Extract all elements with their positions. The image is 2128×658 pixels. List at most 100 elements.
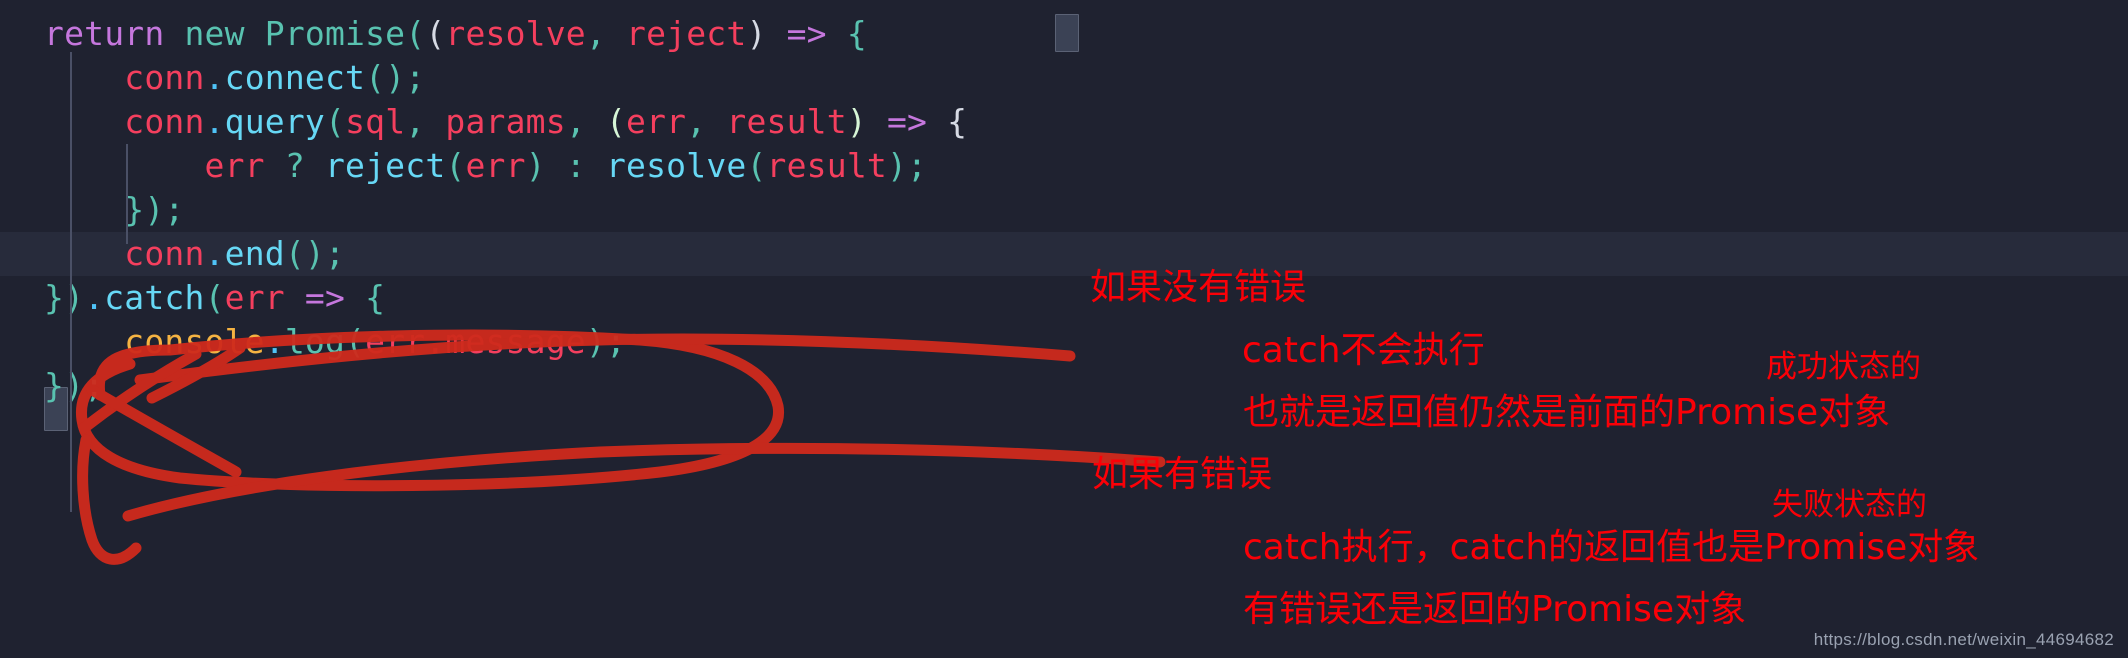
code-token: . bbox=[264, 322, 285, 361]
code-token: err bbox=[626, 102, 687, 141]
code-token: reject bbox=[626, 14, 747, 53]
code-token: : bbox=[565, 146, 586, 185]
code-token: ) bbox=[585, 322, 606, 361]
watermark-url: https://blog.csdn.net/weixin_44694682 bbox=[1813, 630, 2114, 649]
annotation-note: 失败状态的 bbox=[1772, 487, 1927, 523]
code-token: . bbox=[204, 102, 225, 141]
code-editor-screenshot: return new Promise((resolve, reject) => … bbox=[0, 0, 2128, 658]
code-token: ( bbox=[345, 322, 366, 361]
code-token: result bbox=[726, 102, 847, 141]
code-token: , bbox=[686, 102, 727, 141]
code-token: ; bbox=[324, 234, 346, 273]
code-token: ( bbox=[405, 14, 426, 53]
code-line[interactable]: conn.connect(); bbox=[0, 56, 2128, 100]
code-token: params bbox=[445, 102, 566, 141]
code-token: , bbox=[585, 14, 627, 53]
code-token: ( bbox=[445, 146, 466, 185]
code-token: () bbox=[284, 234, 325, 273]
code-line[interactable]: err ? reject(err) : resolve(result); bbox=[0, 144, 2128, 188]
code-token: . bbox=[204, 234, 225, 273]
code-token: conn bbox=[124, 102, 205, 141]
code-line[interactable]: conn.end(); bbox=[0, 232, 2128, 276]
code-token: . bbox=[204, 58, 225, 97]
code-token: ( bbox=[324, 102, 346, 141]
annotation-note: 也就是返回值仍然是前面的Promise对象 bbox=[1243, 392, 1891, 433]
code-token: err bbox=[365, 322, 426, 361]
code-token: ( bbox=[746, 146, 767, 185]
code-token: ; bbox=[405, 58, 426, 97]
code-token: => bbox=[304, 278, 346, 317]
code-token: return bbox=[44, 14, 165, 53]
annotation-note: 如果有错误 bbox=[1092, 454, 1273, 495]
code-token: log bbox=[284, 322, 346, 361]
code-token: ) bbox=[746, 14, 767, 53]
annotation-note: catch执行，catch的返回值也是Promise对象 bbox=[1243, 527, 1980, 568]
code-token: err bbox=[204, 146, 265, 185]
code-token: . bbox=[84, 278, 105, 317]
code-line-text: conn.connect(); bbox=[0, 56, 425, 100]
code-token: message bbox=[445, 322, 586, 361]
code-token: query bbox=[224, 102, 325, 141]
code-token: }) bbox=[44, 366, 85, 405]
code-token: sql bbox=[345, 102, 406, 141]
code-token: conn bbox=[124, 234, 205, 273]
code-line[interactable]: conn.query(sql, params, (err, result) =>… bbox=[0, 100, 2128, 144]
code-line-text: conn.query(sql, params, (err, result) =>… bbox=[0, 100, 967, 144]
code-token: () bbox=[365, 58, 406, 97]
code-line[interactable]: }).catch(err => { bbox=[0, 276, 2128, 320]
code-line[interactable]: return new Promise((resolve, reject) => … bbox=[0, 12, 2128, 56]
code-token: { bbox=[846, 14, 867, 53]
code-line-text: err ? reject(err) : resolve(result); bbox=[0, 144, 927, 188]
code-token: ; bbox=[164, 190, 185, 229]
annotation-note: 有错误还是返回的Promise对象 bbox=[1243, 589, 1747, 630]
code-token: conn bbox=[124, 58, 205, 97]
code-line-text: }); bbox=[0, 364, 104, 408]
code-token: ) bbox=[525, 146, 546, 185]
code-token: ? bbox=[284, 146, 305, 185]
code-token: }) bbox=[44, 278, 85, 317]
code-token: , bbox=[565, 102, 606, 141]
code-token: ) bbox=[846, 102, 867, 141]
code-token: reject bbox=[324, 146, 446, 185]
indent-guide-level-1 bbox=[70, 52, 72, 512]
code-line-text: return new Promise((resolve, reject) => … bbox=[0, 12, 867, 56]
code-token: => bbox=[886, 102, 928, 141]
annotation-note: 如果没有错误 bbox=[1090, 267, 1307, 308]
code-line[interactable]: }); bbox=[0, 188, 2128, 232]
code-token: new bbox=[184, 14, 245, 53]
code-token: . bbox=[425, 322, 446, 361]
code-token: result bbox=[766, 146, 887, 185]
code-token: , bbox=[405, 102, 446, 141]
code-token: resolve bbox=[605, 146, 747, 185]
code-token: connect bbox=[224, 58, 366, 97]
code-token: ; bbox=[605, 322, 627, 361]
code-line-text: conn.end(); bbox=[0, 232, 345, 276]
code-token: catch bbox=[104, 278, 205, 317]
code-token: end bbox=[224, 234, 285, 273]
code-token: ; bbox=[907, 146, 928, 185]
code-token: ) bbox=[886, 146, 908, 185]
code-token: ( bbox=[605, 102, 627, 141]
indent-guide-level-2 bbox=[126, 144, 128, 244]
code-line-text: }).catch(err => { bbox=[0, 276, 385, 320]
code-token: }) bbox=[124, 190, 165, 229]
code-line-text: }); bbox=[0, 188, 185, 232]
code-token: { bbox=[365, 278, 386, 317]
